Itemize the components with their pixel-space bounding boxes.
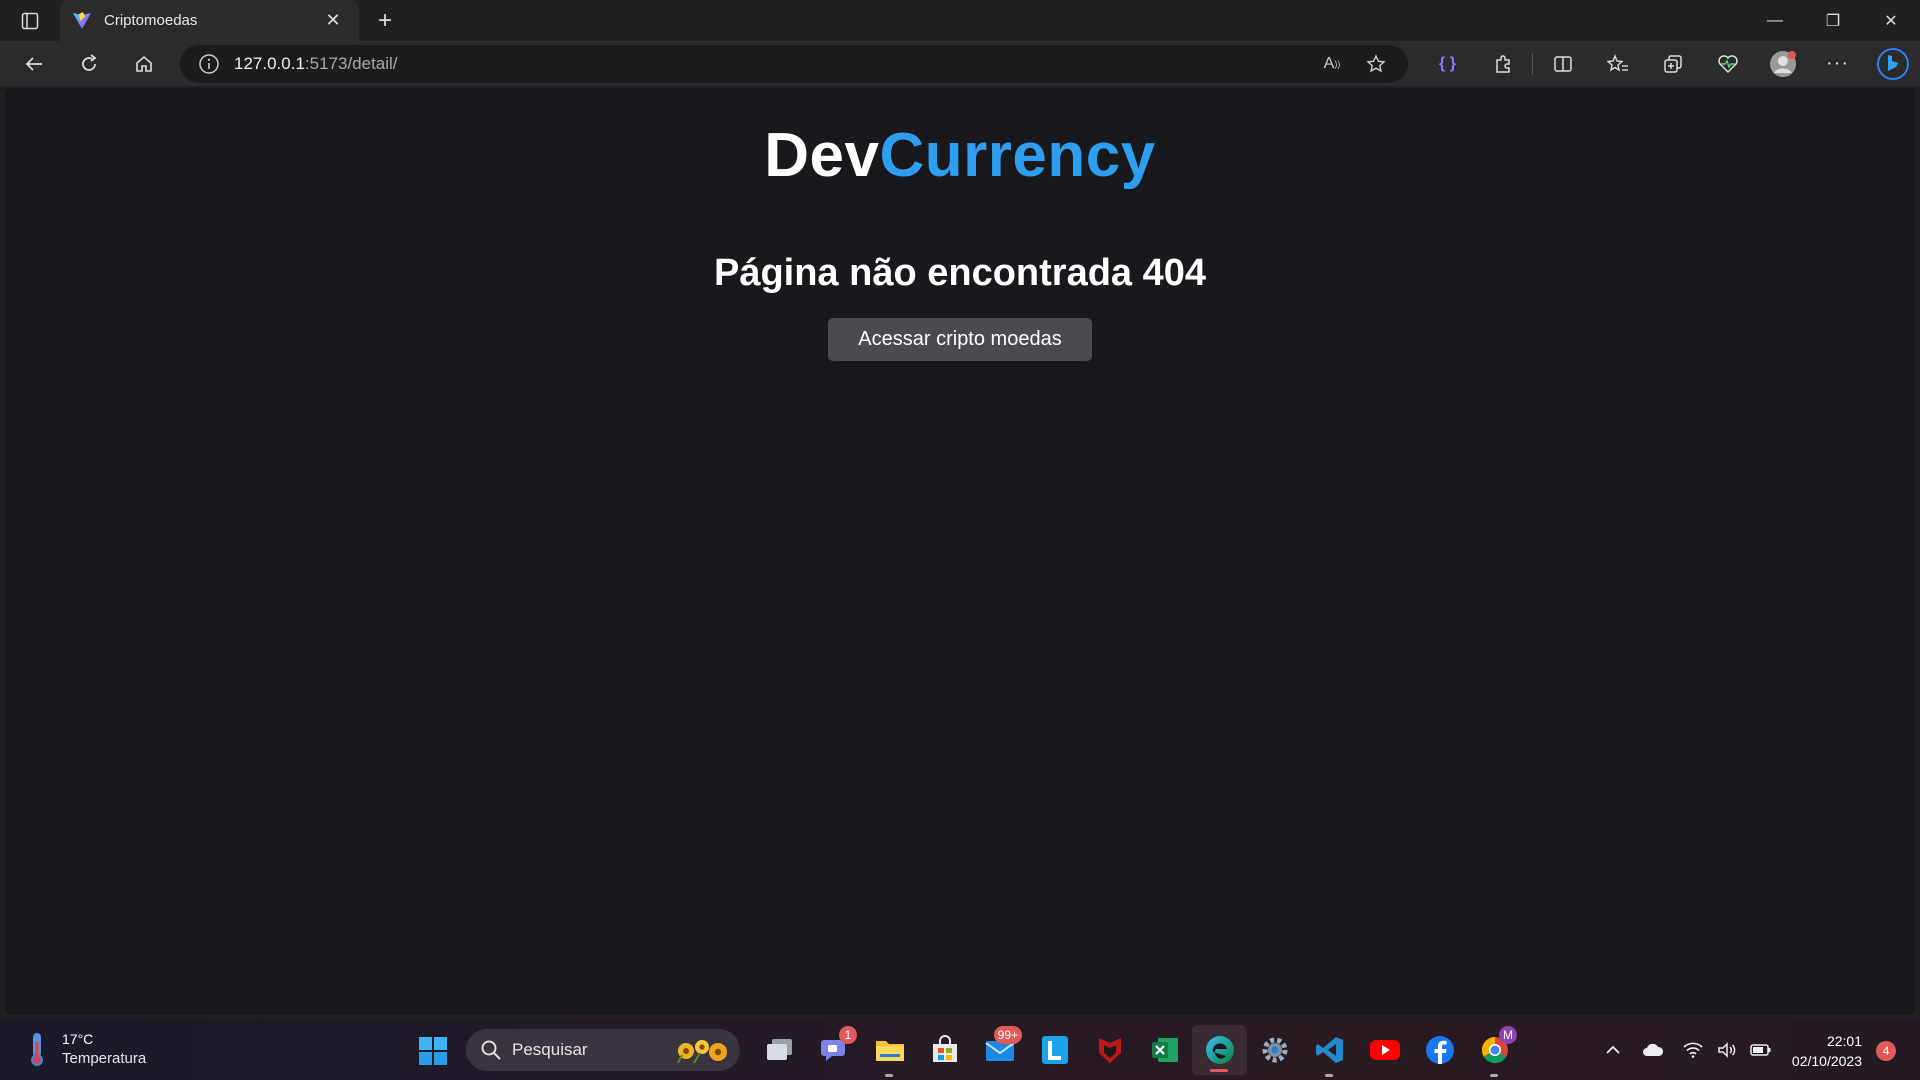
- youtube-app[interactable]: [1357, 1020, 1412, 1080]
- browser-tab-criptomoedas[interactable]: Criptomoedas ✕: [60, 0, 359, 41]
- notification-count-badge[interactable]: 4: [1876, 1041, 1896, 1061]
- not-found-heading: Página não encontrada 404: [713, 252, 1207, 294]
- edge-app[interactable]: [1192, 1025, 1247, 1075]
- extension-icons: { } ···: [1420, 41, 1920, 86]
- clock-date: 02/10/2023: [1791, 1053, 1862, 1069]
- vscode-app[interactable]: [1302, 1020, 1357, 1080]
- chrome-app[interactable]: M: [1467, 1020, 1522, 1080]
- search-icon: [481, 1040, 501, 1060]
- split-screen-icon[interactable]: [1535, 41, 1590, 86]
- teams-app[interactable]: 1: [807, 1020, 862, 1080]
- running-indicator: [1490, 1074, 1498, 1077]
- tab-title: Criptomoedas: [104, 12, 198, 29]
- windows-taskbar: 17°C Temperatura Pesquisar 1 99+ M 22:01…: [0, 1020, 1920, 1080]
- reload-icon: [82, 53, 97, 71]
- mcafee-app[interactable]: [1082, 1020, 1137, 1080]
- taskbar-search[interactable]: Pesquisar: [466, 1029, 740, 1071]
- teams-badge: 1: [839, 1026, 857, 1044]
- mail-badge: 99+: [993, 1026, 1022, 1044]
- task-view-icon: [766, 1039, 792, 1060]
- extensions-puzzle-icon[interactable]: [1475, 41, 1530, 86]
- profile-avatar[interactable]: [1755, 41, 1810, 86]
- clock-time: 22:01: [1826, 1033, 1862, 1049]
- volume-icon[interactable]: [1710, 1042, 1744, 1058]
- show-hidden-icons-chevron-icon[interactable]: [1596, 1044, 1630, 1056]
- reload-button[interactable]: [69, 46, 109, 82]
- favorites-icon[interactable]: [1590, 41, 1645, 86]
- restore-icon[interactable]: ❐: [1804, 0, 1862, 41]
- address-bar-actions: A)): [1310, 45, 1398, 83]
- mcafee-shield-icon: [1098, 1038, 1121, 1063]
- favorite-star-icon[interactable]: [1354, 54, 1398, 74]
- mail-app[interactable]: 99+: [972, 1020, 1027, 1080]
- excel-icon: [1151, 1038, 1178, 1062]
- tab-close-icon[interactable]: ✕: [319, 7, 347, 35]
- home-button[interactable]: [124, 46, 164, 82]
- minimize-icon[interactable]: —: [1746, 0, 1804, 41]
- youtube-icon: [1369, 1040, 1400, 1060]
- microsoft-store-app[interactable]: [917, 1020, 972, 1080]
- search-highlight-flowers-icon: [677, 1040, 727, 1064]
- task-view-app[interactable]: [752, 1020, 807, 1080]
- new-tab-button[interactable]: +: [365, 0, 405, 41]
- excel-app[interactable]: [1137, 1020, 1192, 1080]
- settings-app[interactable]: [1247, 1020, 1302, 1080]
- folder-icon: [875, 1041, 904, 1061]
- logo-dev: Dev: [764, 121, 880, 190]
- close-window-icon[interactable]: ✕: [1862, 0, 1920, 41]
- url-host: 127.0.0.1: [234, 54, 305, 73]
- thermometer-icon: [31, 1033, 43, 1066]
- vite-favicon-icon: [73, 11, 91, 29]
- running-indicator: [885, 1074, 893, 1077]
- taskbar-clock[interactable]: 22:01 02/10/2023: [1780, 1031, 1862, 1071]
- toolbar-separator: [1532, 52, 1533, 75]
- collections-icon[interactable]: [1645, 41, 1700, 86]
- weather-label: Temperatura: [62, 1050, 147, 1067]
- browser-essentials-icon[interactable]: [1700, 41, 1755, 86]
- l-app[interactable]: [1027, 1020, 1082, 1080]
- bing-copilot-icon[interactable]: [1865, 41, 1920, 86]
- more-options-icon[interactable]: ···: [1810, 41, 1865, 86]
- tab-actions-button[interactable]: [0, 0, 60, 41]
- chrome-profile-badge: M: [1499, 1026, 1517, 1044]
- store-bag-icon: [932, 1035, 957, 1062]
- url-text[interactable]: 127.0.0.1:5173/detail/: [234, 54, 398, 74]
- app-logo: DevCurrency: [5, 120, 1915, 191]
- home-icon: [136, 55, 152, 72]
- address-bar[interactable]: 127.0.0.1:5173/detail/ A)): [180, 45, 1408, 83]
- site-info-icon[interactable]: [198, 53, 220, 75]
- window-controls: — ❐ ✕: [1746, 0, 1920, 41]
- edge-browser-icon: [1205, 1036, 1234, 1064]
- tab-actions-icon: [21, 12, 39, 29]
- onedrive-cloud-icon[interactable]: [1636, 1043, 1670, 1057]
- wifi-icon[interactable]: [1676, 1042, 1710, 1058]
- active-indicator: [1210, 1069, 1228, 1072]
- search-placeholder: Pesquisar: [512, 1040, 588, 1059]
- read-aloud-icon[interactable]: A)): [1310, 55, 1354, 73]
- facebook-app[interactable]: [1412, 1020, 1467, 1080]
- tab-strip: Criptomoedas ✕ + — ❐ ✕: [0, 0, 1920, 41]
- logo-currency: Currency: [879, 121, 1156, 190]
- settings-gear-icon: [1262, 1037, 1287, 1063]
- weather-temp: 17°C: [62, 1031, 94, 1047]
- letter-l-app-icon: [1041, 1036, 1068, 1064]
- system-tray: [1596, 1020, 1778, 1080]
- facebook-icon: [1425, 1036, 1454, 1064]
- url-path: :5173/detail/: [304, 54, 398, 73]
- weather-widget[interactable]: 17°C Temperatura: [24, 1030, 146, 1068]
- access-crypto-button[interactable]: Acessar cripto moedas: [828, 318, 1092, 361]
- json-extension-icon[interactable]: { }: [1420, 41, 1475, 86]
- vscode-icon: [1315, 1037, 1343, 1063]
- back-arrow-icon: [25, 56, 42, 71]
- running-indicator: [1325, 1074, 1333, 1077]
- battery-icon[interactable]: [1744, 1043, 1778, 1057]
- browser-toolbar: 127.0.0.1:5173/detail/ A)) { } ···: [0, 41, 1920, 86]
- windows-start-icon[interactable]: [418, 1036, 448, 1066]
- taskbar-apps: 1 99+ M: [752, 1020, 1522, 1080]
- back-button[interactable]: [14, 46, 54, 82]
- file-explorer-app[interactable]: [862, 1020, 917, 1080]
- page-viewport: DevCurrency Página não encontrada 404 Ac…: [5, 88, 1915, 1015]
